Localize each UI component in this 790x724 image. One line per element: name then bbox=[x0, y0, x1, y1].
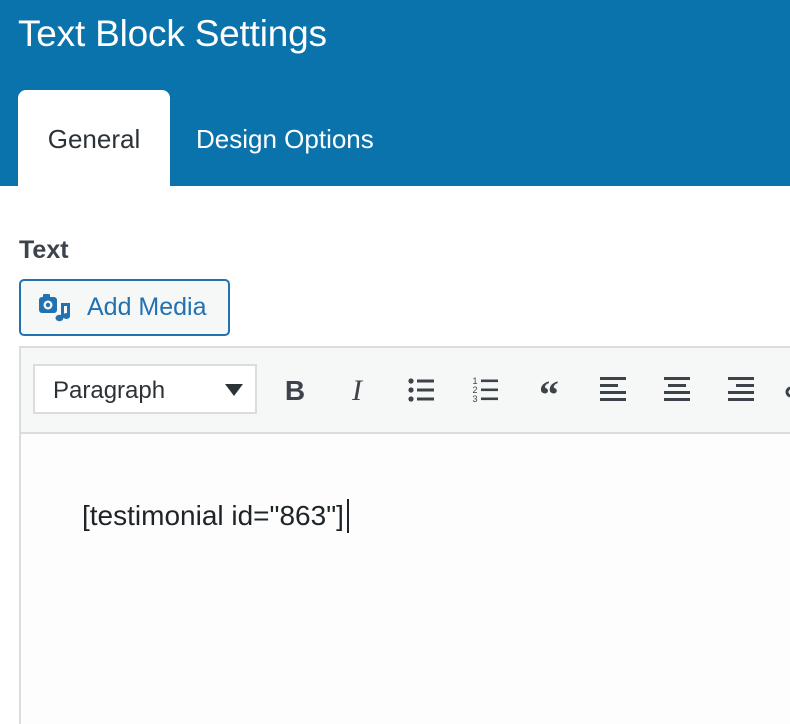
tab-design-options[interactable]: Design Options bbox=[196, 90, 426, 186]
link-button[interactable] bbox=[769, 370, 790, 410]
format-select-value: Paragraph bbox=[53, 377, 166, 404]
chevron-down-icon bbox=[225, 384, 243, 396]
editor-content-area[interactable]: [testimonial id="863"] bbox=[21, 434, 790, 724]
numbered-list-button[interactable]: 1 2 3 bbox=[465, 370, 505, 410]
align-right-icon bbox=[728, 377, 754, 401]
numbered-list-icon: 1 2 3 bbox=[472, 376, 498, 404]
bold-button[interactable]: B bbox=[275, 370, 315, 410]
editor-toolbar: Paragraph B I 1 2 3 “ bbox=[21, 348, 790, 434]
bulleted-list-icon bbox=[408, 378, 434, 402]
dialog-title: Text Block Settings bbox=[18, 13, 327, 54]
format-select[interactable]: Paragraph bbox=[33, 364, 257, 414]
tab-general[interactable]: General bbox=[18, 90, 170, 186]
dialog-header: Text Block Settings General Design Optio… bbox=[0, 0, 790, 186]
text-block-settings-dialog: Text Block Settings General Design Optio… bbox=[0, 0, 790, 724]
shortcode-text: [testimonial id="863"] bbox=[82, 500, 344, 531]
editor-content[interactable]: [testimonial id="863"] bbox=[82, 498, 349, 535]
text-field-label: Text bbox=[19, 236, 69, 264]
svg-text:3: 3 bbox=[472, 394, 477, 404]
text-editor: Paragraph B I 1 2 3 “ [testimonial id="8… bbox=[19, 346, 790, 724]
svg-text:“: “ bbox=[539, 372, 559, 410]
align-center-button[interactable] bbox=[657, 370, 697, 410]
add-media-icon bbox=[38, 293, 72, 323]
link-icon bbox=[785, 386, 790, 398]
italic-icon: I bbox=[351, 374, 364, 407]
align-left-button[interactable] bbox=[593, 370, 633, 410]
bold-icon: B bbox=[285, 375, 305, 406]
blockquote-button[interactable]: “ bbox=[529, 370, 569, 410]
svg-text:I: I bbox=[351, 374, 364, 407]
bulleted-list-button[interactable] bbox=[401, 370, 441, 410]
align-center-icon bbox=[664, 377, 690, 401]
align-left-icon bbox=[600, 377, 626, 401]
text-cursor bbox=[346, 498, 349, 533]
svg-text:B: B bbox=[285, 375, 305, 406]
blockquote-icon: “ bbox=[539, 372, 559, 410]
add-media-label: Add Media bbox=[87, 293, 207, 321]
add-media-button[interactable]: Add Media bbox=[19, 279, 230, 336]
italic-button[interactable]: I bbox=[337, 370, 377, 410]
align-right-button[interactable] bbox=[721, 370, 761, 410]
